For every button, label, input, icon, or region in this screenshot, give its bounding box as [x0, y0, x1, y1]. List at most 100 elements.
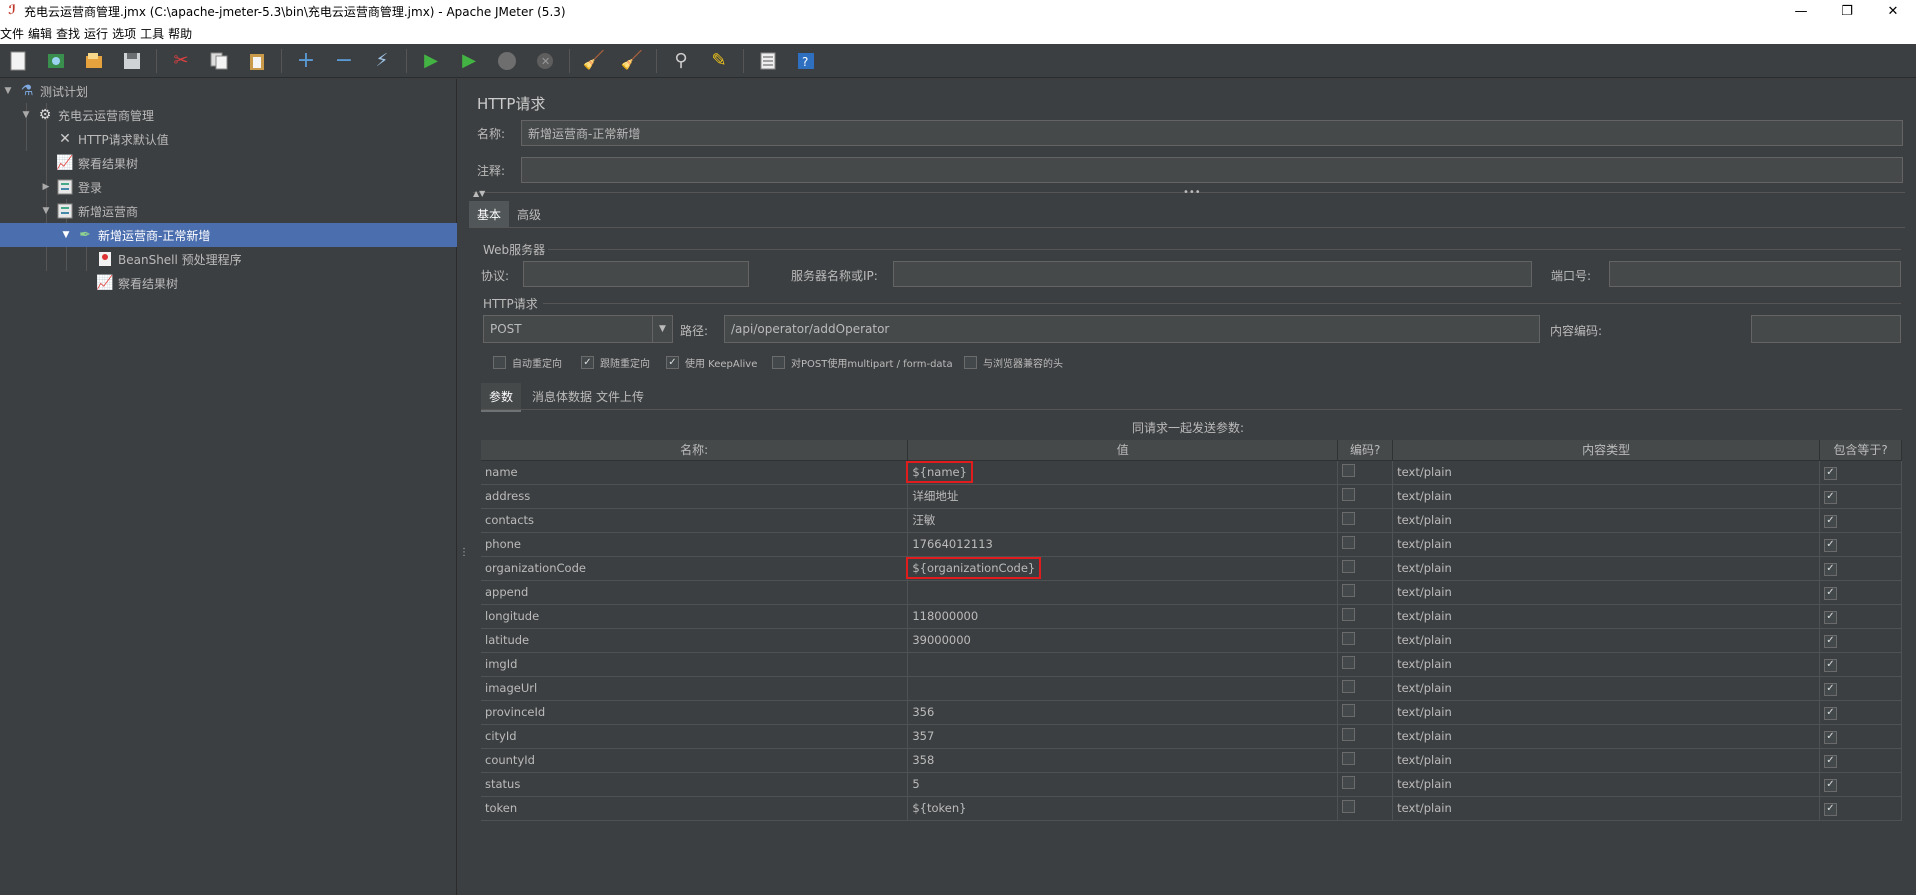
param-name-cell[interactable]: token	[481, 796, 909, 821]
checkbox-checked[interactable]: ✓	[1824, 802, 1837, 816]
param-name-cell[interactable]: latitude	[481, 628, 909, 653]
name-field[interactable]	[521, 120, 1903, 146]
checkbox-checked[interactable]: ✓	[1824, 490, 1837, 504]
param-value-cell[interactable]: ${name}	[906, 460, 1339, 485]
start-no-pauses-icon[interactable]: ▶	[455, 47, 483, 75]
help-icon[interactable]: ?	[792, 47, 820, 75]
param-value-cell[interactable]: 357	[907, 724, 1339, 749]
chevron-down-icon[interactable]: ▼	[2, 86, 14, 96]
chevron-down-icon[interactable]: ▼	[60, 230, 72, 240]
checkbox[interactable]	[964, 356, 977, 369]
table-row[interactable]: phone 17664012113 text/plain ✓	[481, 532, 1902, 557]
encoding-field[interactable]	[1751, 315, 1901, 343]
param-name-cell[interactable]: contacts	[481, 508, 909, 533]
param-content-type-cell[interactable]: text/plain	[1392, 772, 1820, 797]
protocol-field[interactable]	[523, 261, 749, 287]
table-row[interactable]: imageUrl text/plain ✓	[481, 676, 1902, 701]
chevron-right-icon[interactable]: ▶	[40, 182, 52, 192]
menu-search[interactable]: 查找	[56, 25, 84, 42]
param-name-cell[interactable]: imageUrl	[481, 676, 909, 701]
param-value-cell[interactable]: 5	[907, 772, 1339, 797]
param-name-cell[interactable]: countyId	[481, 748, 909, 773]
option-keepalive[interactable]: ✓ 使用 KeepAlive	[666, 355, 757, 370]
param-value-cell[interactable]: 39000000	[907, 628, 1339, 653]
checkbox[interactable]	[1342, 800, 1356, 813]
param-content-type-cell[interactable]: text/plain	[1392, 604, 1820, 629]
param-value-cell[interactable]: 358	[907, 748, 1339, 773]
param-value-cell[interactable]: 118000000	[907, 604, 1339, 629]
toggle-icon[interactable]: ⚡	[368, 47, 396, 75]
param-value-cell[interactable]	[907, 652, 1339, 677]
checkbox[interactable]	[1342, 656, 1356, 669]
open-icon[interactable]	[80, 47, 108, 75]
option-browser-headers[interactable]: 与浏览器兼容的头	[964, 355, 1063, 370]
param-value-cell[interactable]	[907, 676, 1339, 701]
checkbox-checked[interactable]: ✓	[1824, 514, 1837, 528]
param-value-cell[interactable]	[907, 580, 1339, 605]
column-header[interactable]: 编码?	[1337, 440, 1394, 461]
param-content-type-cell[interactable]: text/plain	[1392, 652, 1820, 677]
param-content-type-cell[interactable]: text/plain	[1392, 556, 1820, 581]
checkbox[interactable]	[1342, 560, 1356, 573]
checkbox[interactable]	[493, 356, 506, 369]
checkbox[interactable]	[1342, 632, 1356, 645]
param-value-cell[interactable]: 17664012113	[907, 532, 1339, 557]
menu-run[interactable]: 运行	[84, 25, 112, 42]
checkbox-checked[interactable]: ✓	[1824, 730, 1837, 744]
table-row[interactable]: imgId text/plain ✓	[481, 652, 1902, 677]
checkbox[interactable]	[1342, 752, 1356, 765]
checkbox-checked[interactable]: ✓	[666, 356, 679, 369]
checkbox-checked[interactable]: ✓	[1824, 538, 1837, 552]
checkbox[interactable]	[1342, 680, 1356, 693]
param-name-cell[interactable]: longitude	[481, 604, 909, 629]
maximize-button[interactable]: ❐	[1824, 0, 1870, 22]
param-name-cell[interactable]: provinceId	[481, 700, 909, 725]
table-row[interactable]: countyId 358 text/plain ✓	[481, 748, 1902, 773]
checkbox[interactable]	[1342, 512, 1356, 525]
table-row[interactable]: organizationCode ${organizationCode} text/…	[481, 556, 1902, 581]
chevron-down-icon[interactable]: ▼	[40, 206, 52, 216]
param-content-type-cell[interactable]: text/plain	[1392, 532, 1820, 557]
menu-edit[interactable]: 编辑	[28, 25, 56, 42]
new-icon[interactable]	[4, 47, 32, 75]
param-value-cell[interactable]: 汪敏	[907, 508, 1339, 533]
search-binoculars-icon[interactable]: ⚲	[667, 47, 695, 75]
checkbox-checked[interactable]: ✓	[1824, 586, 1837, 600]
comment-field[interactable]	[521, 157, 1903, 183]
close-button[interactable]: ✕	[1870, 0, 1916, 22]
table-row[interactable]: address 详细地址 text/plain ✓	[481, 484, 1902, 509]
checkbox[interactable]	[772, 356, 785, 369]
param-content-type-cell[interactable]: text/plain	[1392, 700, 1820, 725]
param-name-cell[interactable]: append	[481, 580, 909, 605]
table-row[interactable]: cityId 357 text/plain ✓	[481, 724, 1902, 749]
shutdown-icon[interactable]: ✕	[531, 47, 559, 75]
checkbox-checked[interactable]: ✓	[1824, 466, 1837, 480]
copy-icon[interactable]	[205, 47, 233, 75]
menu-options[interactable]: 选项	[112, 25, 140, 42]
minimize-button[interactable]: —	[1778, 0, 1824, 22]
clear-icon[interactable]: 🧹	[580, 47, 608, 75]
param-value-cell[interactable]: ${organizationCode}	[906, 556, 1339, 581]
param-content-type-cell[interactable]: text/plain	[1392, 748, 1820, 773]
param-value-cell[interactable]: 356	[907, 700, 1339, 725]
param-name-cell[interactable]: address	[481, 484, 909, 509]
menu-file[interactable]: 文件	[0, 25, 28, 42]
checkbox-checked[interactable]: ✓	[1824, 634, 1837, 648]
table-row[interactable]: name ${name} text/plain ✓	[481, 460, 1902, 485]
checkbox-checked[interactable]: ✓	[1824, 562, 1837, 576]
option-multipart[interactable]: 对POST使用multipart / form-data	[772, 355, 953, 370]
chevron-down-icon[interactable]: ▼	[20, 110, 32, 120]
checkbox-checked[interactable]: ✓	[1824, 658, 1837, 672]
param-content-type-cell[interactable]: text/plain	[1392, 796, 1820, 821]
param-content-type-cell[interactable]: text/plain	[1392, 484, 1820, 509]
tab-basic[interactable]: 基本	[469, 201, 510, 228]
checkbox-checked[interactable]: ✓	[1824, 778, 1837, 792]
function-helper-icon[interactable]	[754, 47, 782, 75]
checkbox-checked[interactable]: ✓	[1824, 610, 1837, 624]
tab-parameters[interactable]: 参数	[481, 383, 522, 412]
param-name-cell[interactable]: name	[481, 460, 909, 485]
param-name-cell[interactable]: imgId	[481, 652, 909, 677]
checkbox-checked[interactable]: ✓	[1824, 682, 1837, 696]
checkbox[interactable]	[1342, 584, 1356, 597]
param-name-cell[interactable]: phone	[481, 532, 909, 557]
